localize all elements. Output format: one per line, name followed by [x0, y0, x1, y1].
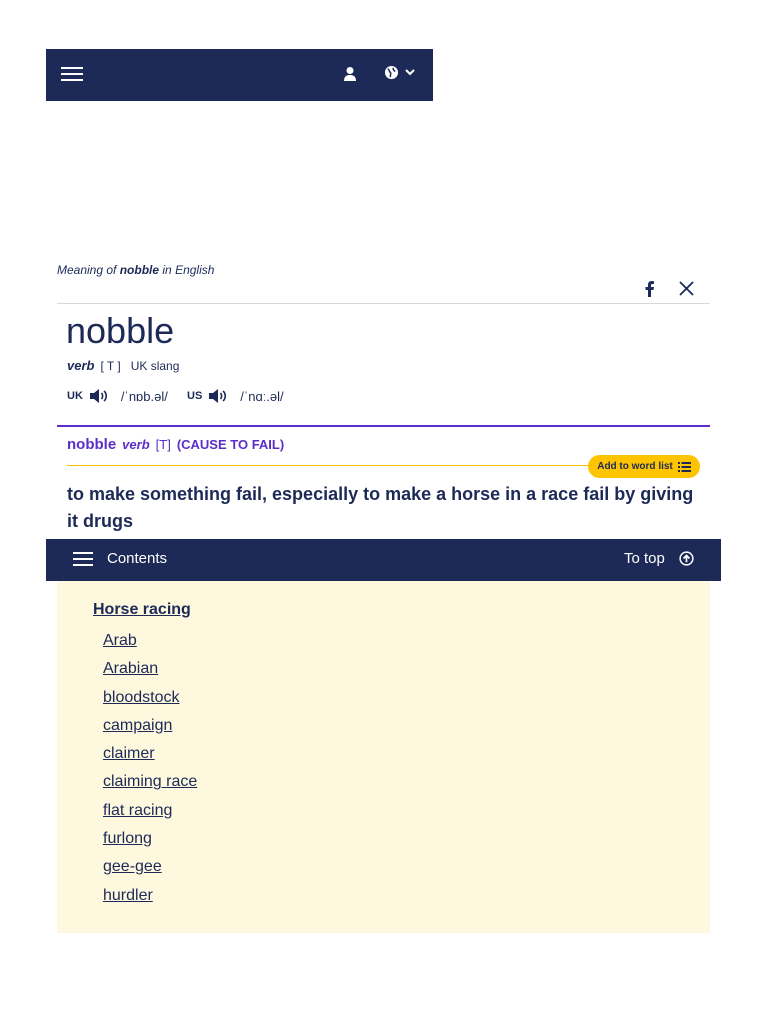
related-word-link[interactable]: Arab	[103, 632, 137, 649]
uk-ipa: /ˈnɒb.əl/	[120, 388, 168, 404]
list-item: claimer	[103, 744, 197, 772]
list-item: Arabian	[103, 659, 197, 687]
us-label: US	[187, 390, 203, 402]
meaning-label: Meaning of nobble in English	[57, 263, 214, 277]
related-word-link[interactable]: flat racing	[103, 802, 172, 819]
meaning-suffix: in English	[162, 263, 215, 277]
pos-line: verb [ T ] UK slang	[67, 358, 179, 373]
related-word-link[interactable]: furlong	[103, 830, 152, 847]
list-icon	[677, 461, 691, 472]
sense-header: nobble verb [T] (CAUSE TO FAIL)	[67, 436, 284, 453]
add-to-word-list-label: Add to word list	[597, 461, 673, 472]
related-word-link[interactable]: claimer	[103, 745, 155, 762]
speaker-icon[interactable]	[208, 388, 228, 404]
uk-label: UK	[67, 390, 83, 402]
us-ipa: /ˈnɑː.əl/	[240, 388, 284, 404]
related-word-link[interactable]: bloodstock	[103, 689, 180, 706]
related-words-list: Arab Arabian bloodstock campaign claimer…	[103, 631, 197, 914]
header-divider	[57, 303, 710, 304]
chevron-down-icon	[405, 69, 415, 76]
definition-divider	[67, 465, 597, 466]
top-nav-bar	[46, 49, 433, 101]
related-word-link[interactable]: claiming race	[103, 773, 197, 790]
list-item: bloodstock	[103, 688, 197, 716]
list-item: Arab	[103, 631, 197, 659]
arrow-up-circle-icon	[679, 551, 694, 566]
to-top-button[interactable]: To top	[624, 550, 694, 567]
us-pronunciation: US /ˈnɑː.əl/	[187, 388, 284, 404]
speaker-icon[interactable]	[89, 388, 109, 404]
related-word-link[interactable]: gee-gee	[103, 858, 162, 875]
sense-grammar: [T]	[155, 437, 171, 452]
hamburger-icon[interactable]	[61, 67, 83, 81]
related-word-link[interactable]: campaign	[103, 717, 172, 734]
list-item: hurdler	[103, 886, 197, 914]
related-word-link[interactable]: hurdler	[103, 887, 153, 904]
language-selector[interactable]	[384, 65, 415, 80]
list-item: flat racing	[103, 801, 197, 829]
definition-text: to make something fail, especially to ma…	[67, 484, 694, 531]
contents-menu-icon[interactable]	[73, 552, 93, 566]
usage-label: UK slang	[130, 359, 180, 373]
related-word-link[interactable]: Arabian	[103, 660, 158, 677]
list-item: claiming race	[103, 772, 197, 800]
part-of-speech: verb	[67, 358, 95, 373]
headword: nobble	[66, 310, 175, 351]
list-item: gee-gee	[103, 857, 197, 885]
x-icon[interactable]	[679, 281, 694, 296]
sense-headword: nobble	[67, 436, 117, 453]
sense-divider	[57, 425, 710, 427]
facebook-icon[interactable]	[643, 281, 655, 297]
grammar-code: [ T ]	[100, 359, 121, 373]
meaning-prefix: Meaning of	[57, 263, 117, 277]
topic-link[interactable]: Horse racing	[93, 601, 191, 619]
related-words-panel: Horse racing Arab Arabian bloodstock cam…	[57, 581, 710, 933]
add-to-word-list-button[interactable]: Add to word list	[588, 455, 700, 478]
globe-icon	[384, 65, 399, 80]
list-item: campaign	[103, 716, 197, 744]
contents-button[interactable]: Contents	[107, 550, 167, 567]
guideword: (CAUSE TO FAIL)	[176, 437, 285, 452]
uk-pronunciation: UK /ˈnɒb.əl/	[67, 388, 168, 404]
to-top-label: To top	[624, 550, 665, 567]
user-icon[interactable]	[343, 66, 357, 82]
list-item: furlong	[103, 829, 197, 857]
meaning-word: nobble	[119, 263, 160, 277]
contents-bar: Contents To top	[46, 539, 721, 581]
sense-pos: verb	[122, 437, 150, 452]
